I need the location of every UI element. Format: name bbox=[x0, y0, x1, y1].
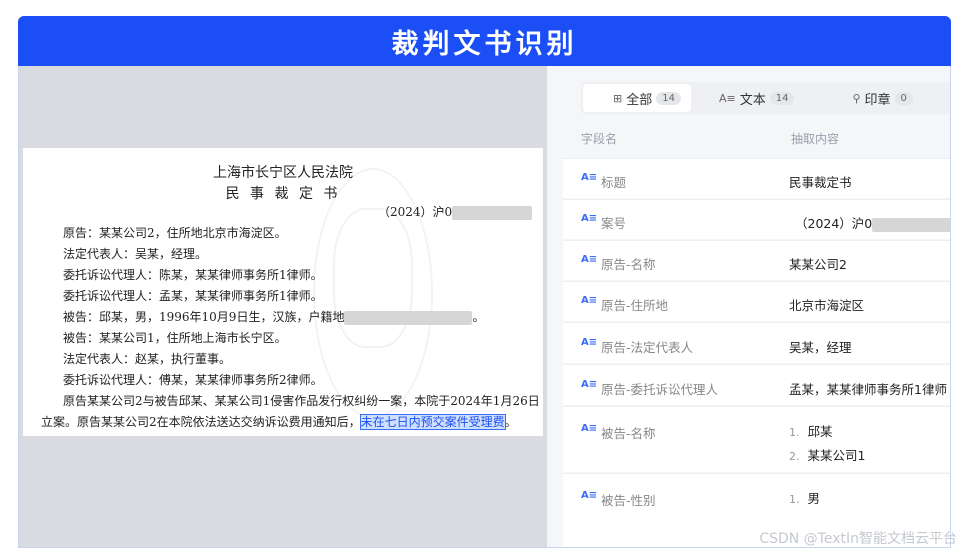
tab-stamp[interactable]: ⚲ 印章 0 bbox=[852, 84, 913, 112]
tab-text[interactable]: A≡ 文本 14 bbox=[719, 84, 795, 112]
court-emblem-inner bbox=[333, 208, 413, 348]
doc-line: 被告：某某公司1，住所地上海市长宁区。 bbox=[63, 331, 287, 345]
doc-line: 法定代表人：赵某，执行董事。 bbox=[63, 352, 232, 366]
text-field-icon: A≡ bbox=[581, 213, 598, 224]
text-field-icon: A≡ bbox=[581, 337, 598, 348]
redaction-block bbox=[344, 310, 473, 325]
field-value: 孟某，某某律师事务所1律师 bbox=[789, 382, 947, 397]
app-frame: 上海市长宁区人民法院 民 事 裁 定 书 （2024）沪0 原告：某某公司2，住… bbox=[18, 66, 951, 548]
table-row[interactable]: A≡ 原告-名称 某某公司2 bbox=[563, 240, 950, 280]
redaction-block bbox=[452, 205, 533, 220]
doc-line: 法定代表人：吴某，经理。 bbox=[63, 247, 208, 261]
text-field-icon: A≡ bbox=[581, 423, 598, 434]
table-row[interactable]: A≡ 案号 （2024）沪0 bbox=[563, 199, 950, 239]
field-name: 原告-法定代表人 bbox=[601, 340, 694, 355]
tab-all[interactable]: ⊞ 全部 14 bbox=[583, 84, 691, 112]
highlighted-text[interactable]: 未在七日内预交案件受理费 bbox=[359, 414, 506, 430]
table-row[interactable]: A≡ 标题 民事裁定书 bbox=[563, 158, 950, 198]
field-value-item: 1. 邱某 bbox=[789, 424, 833, 439]
field-name: 原告-住所地 bbox=[601, 298, 669, 313]
field-name: 被告-名称 bbox=[601, 426, 656, 441]
column-header-value: 抽取内容 bbox=[791, 132, 840, 146]
document-page: 上海市长宁区人民法院 民 事 裁 定 书 （2024）沪0 原告：某某公司2，住… bbox=[23, 148, 543, 436]
text-field-icon: A≡ bbox=[581, 295, 598, 306]
banner-title: 裁判文书识别 bbox=[391, 28, 578, 60]
field-value: 某某公司2 bbox=[789, 257, 847, 272]
redaction-block bbox=[872, 217, 950, 232]
field-name: 被告-性别 bbox=[601, 493, 656, 508]
text-field-icon: A≡ bbox=[581, 172, 598, 183]
doc-line: 原告某某公司2与被告邱某、某某公司1侵害作品发行权纠纷一案，本院于2024年1月… bbox=[63, 394, 540, 408]
extraction-panel: ⊞ 全部 14 A≡ 文本 14 ⚲ 印章 0 字段名 抽取内容 A≡ 标题 民… bbox=[547, 66, 950, 547]
column-header-field: 字段名 bbox=[581, 132, 618, 146]
text-icon: A≡ bbox=[718, 91, 736, 105]
csdn-watermark: CSDN @TextIn智能文档云平台 bbox=[759, 531, 957, 547]
text-field-icon: A≡ bbox=[581, 254, 598, 265]
document-viewer[interactable]: 上海市长宁区人民法院 民 事 裁 定 书 （2024）沪0 原告：某某公司2，住… bbox=[19, 66, 547, 547]
tab-count: 14 bbox=[656, 91, 681, 105]
field-name: 原告-名称 bbox=[601, 257, 656, 272]
doc-type: 民 事 裁 定 书 bbox=[225, 186, 341, 202]
doc-line: 立案。原告某某公司2在本院依法送达交纳诉讼费用通知后，未在七日内预交案件受理费。 bbox=[41, 414, 517, 430]
tab-label: 文本 bbox=[739, 92, 766, 108]
field-value: 民事裁定书 bbox=[789, 175, 852, 190]
table-row[interactable]: A≡ 原告-住所地 北京市海淀区 bbox=[563, 281, 950, 321]
grid-icon: ⊞ bbox=[613, 91, 623, 105]
doc-court-name: 上海市长宁区人民法院 bbox=[213, 165, 353, 181]
field-value-item: 2. 某某公司1 bbox=[789, 448, 866, 463]
field-value-item: 1. 男 bbox=[789, 491, 821, 506]
field-value: 吴某，经理 bbox=[789, 340, 852, 355]
doc-line: 被告：邱某，男，1996年10月9日生，汉族，户籍地。 bbox=[63, 310, 485, 325]
tab-label: 全部 bbox=[626, 92, 653, 108]
stamp-icon: ⚲ bbox=[852, 91, 861, 105]
doc-line: 委托诉讼代理人：孟某，某某律师事务所1律师。 bbox=[63, 289, 323, 303]
field-name: 案号 bbox=[601, 216, 627, 231]
text-field-icon: A≡ bbox=[581, 490, 598, 501]
doc-case-no: （2024）沪0 bbox=[378, 203, 533, 221]
tab-count: 0 bbox=[894, 91, 913, 105]
field-name: 标题 bbox=[601, 175, 627, 190]
text-field-icon: A≡ bbox=[581, 379, 598, 390]
table-row[interactable]: A≡ 原告-委托诉讼代理人 孟某，某某律师事务所1律师 bbox=[563, 364, 950, 405]
tab-bar: ⊞ 全部 14 A≡ 文本 14 ⚲ 印章 0 bbox=[581, 82, 950, 114]
table-row[interactable]: A≡ 原告-法定代表人 吴某，经理 bbox=[563, 322, 950, 363]
title-banner: 裁判文书识别 bbox=[18, 16, 951, 66]
doc-line: 委托诉讼代理人：陈某，某某律师事务所1律师。 bbox=[63, 268, 323, 282]
field-value: （2024）沪0 bbox=[795, 213, 950, 232]
tab-label: 印章 bbox=[864, 92, 891, 108]
table-row[interactable]: A≡ 被告-名称 1. 邱某 2. 某某公司1 bbox=[563, 406, 950, 472]
field-name: 原告-委托诉讼代理人 bbox=[601, 382, 719, 397]
doc-line: 原告：某某公司2，住所地北京市海淀区。 bbox=[63, 226, 287, 240]
field-value: 北京市海淀区 bbox=[789, 298, 865, 313]
doc-line: 委托诉讼代理人：傅某，某某律师事务所2律师。 bbox=[63, 373, 323, 387]
tab-count: 14 bbox=[769, 91, 795, 105]
